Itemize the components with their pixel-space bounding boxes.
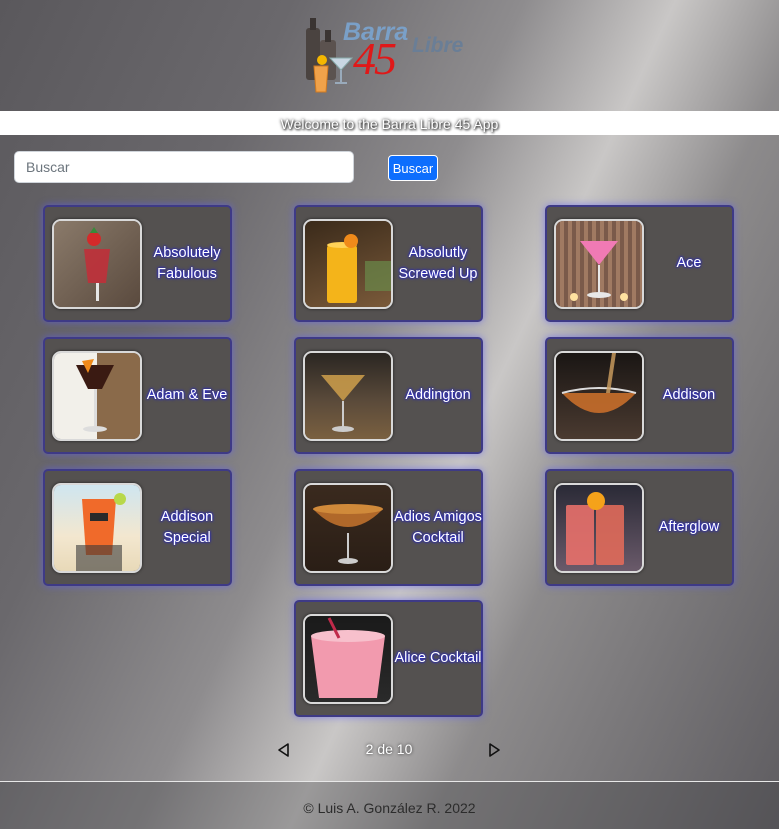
- cocktail-image: [303, 614, 393, 704]
- cocktail-image: [303, 351, 393, 441]
- welcome-banner: Welcome to the Barra Libre 45 App: [0, 111, 779, 135]
- cocktail-card[interactable]: Absolutely Fabulous: [43, 205, 232, 322]
- cocktail-image: [303, 483, 393, 573]
- footer: © Luis A. González R. 2022: [0, 782, 779, 829]
- page-indicator: 2 de 10: [365, 741, 413, 757]
- cocktail-image: [554, 483, 644, 573]
- cocktail-name: Adam & Eve: [146, 387, 228, 403]
- logo-libre-text: Libre: [412, 34, 464, 57]
- cocktail-name: Afterglow: [658, 519, 720, 535]
- cocktail-card[interactable]: Alice Cocktail: [294, 600, 483, 717]
- cocktail-card[interactable]: Afterglow: [545, 469, 734, 586]
- copyright-text: © Luis A. González R. 2022: [303, 800, 476, 816]
- pagination: 2 de 10: [0, 735, 779, 765]
- cocktail-card[interactable]: Ace: [545, 205, 734, 322]
- cocktail-image: [52, 219, 142, 309]
- cocktail-name: Alice Cocktail: [394, 650, 482, 666]
- triangle-left-icon[interactable]: [274, 740, 294, 760]
- cocktail-card[interactable]: Addison Special: [43, 469, 232, 586]
- cocktail-image: [303, 219, 393, 309]
- cocktail-card[interactable]: Addison: [545, 337, 734, 454]
- cocktail-name: Absolutly Screwed Up: [398, 244, 478, 282]
- cocktail-card[interactable]: Absolutly Screwed Up: [294, 205, 483, 322]
- logo-number-text: 45: [353, 33, 397, 84]
- cocktail-name: Adios Amigos Cocktail: [394, 508, 482, 546]
- cocktail-name: Ace: [676, 255, 702, 271]
- cocktail-name: Addington: [405, 387, 471, 403]
- triangle-right-icon[interactable]: [484, 740, 504, 760]
- cocktail-name: Absolutely Fabulous: [153, 244, 221, 282]
- cocktail-card[interactable]: Adam & Eve: [43, 337, 232, 454]
- cocktail-image: [52, 351, 142, 441]
- cocktail-name: Addison: [662, 387, 716, 403]
- cocktail-name: Addison Special: [160, 508, 214, 546]
- search-input[interactable]: [14, 151, 354, 183]
- search-button[interactable]: Buscar: [388, 155, 438, 181]
- header: Barra 45 Libre: [0, 0, 779, 111]
- app-logo: Barra 45 Libre: [300, 14, 480, 96]
- cocktail-image: [554, 351, 644, 441]
- cocktail-image: [52, 483, 142, 573]
- cocktail-card[interactable]: Adios Amigos Cocktail: [294, 469, 483, 586]
- cocktail-card[interactable]: Addington: [294, 337, 483, 454]
- cocktail-image: [554, 219, 644, 309]
